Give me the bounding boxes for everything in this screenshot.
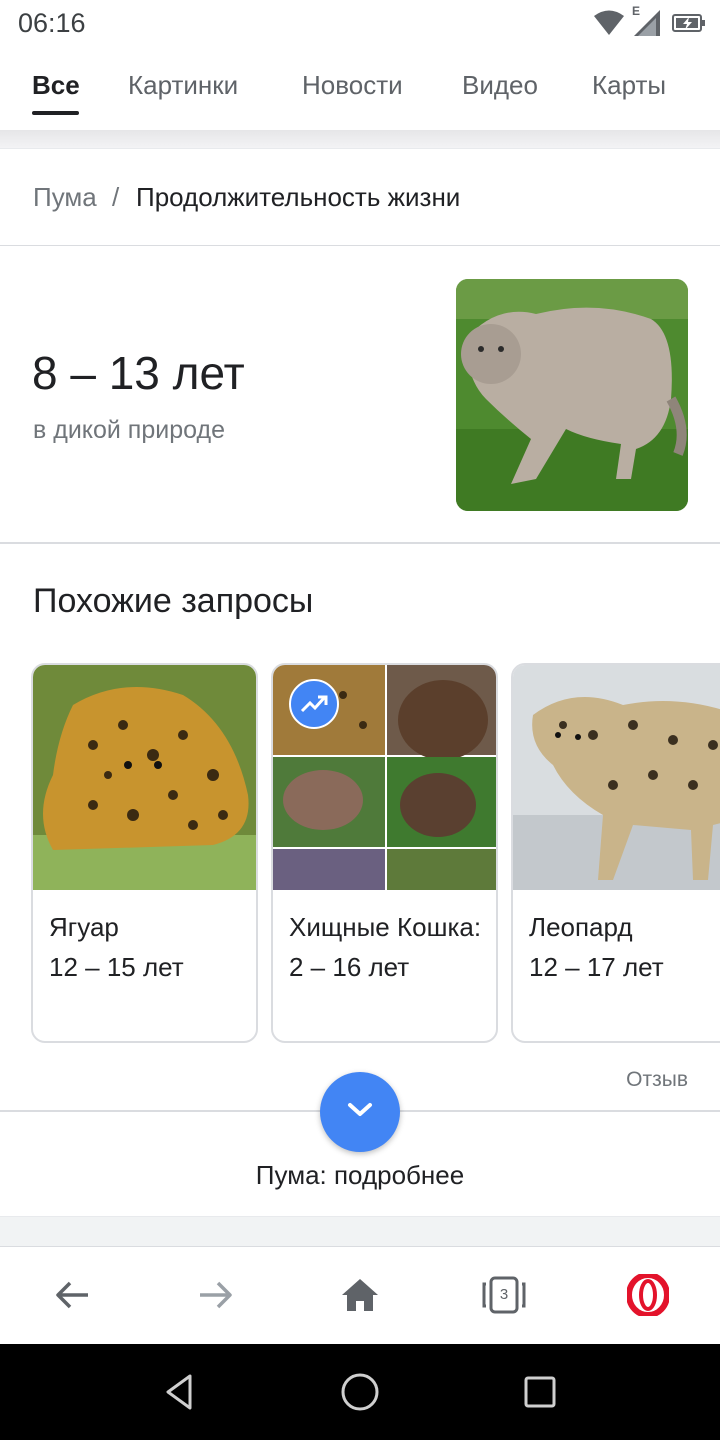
related-name: Хищные Кошка: 2 – 16 лет: [289, 912, 482, 982]
expand-more-button[interactable]: [320, 1072, 400, 1152]
battery-charging-icon: [672, 12, 706, 34]
related-card-jaguar[interactable]: Ягуар 12 – 15 лет: [31, 663, 258, 1043]
wifi-icon: [594, 10, 624, 36]
back-arrow-icon[interactable]: [46, 1269, 98, 1321]
related-searches-title: Похожие запросы: [33, 582, 314, 620]
answer-card: 8 – 13 лет в дикой природе: [0, 246, 720, 544]
opera-logo-icon[interactable]: [622, 1269, 674, 1321]
home-icon[interactable]: [334, 1269, 386, 1321]
breadcrumb-separator: /: [112, 182, 120, 212]
active-tab-indicator: [32, 111, 79, 115]
tabs-icon[interactable]: 3: [478, 1269, 530, 1321]
more-about-link[interactable]: Пума: подробнее: [0, 1160, 720, 1191]
breadcrumb: Пума / Продолжительность жизни: [0, 148, 720, 246]
nav-back-icon[interactable]: [158, 1370, 202, 1414]
related-name: Леопард: [529, 912, 633, 942]
tab-news[interactable]: Новости: [302, 70, 403, 101]
leopard-photo: [513, 665, 720, 890]
tab-all[interactable]: Все: [32, 70, 80, 101]
answer-value: 8 – 13 лет: [32, 347, 245, 399]
puma-photo[interactable]: [456, 279, 688, 511]
jaguar-photo: [33, 665, 256, 890]
browser-toolbar: 3: [0, 1246, 720, 1344]
nav-recents-icon[interactable]: [518, 1370, 562, 1414]
nav-home-icon[interactable]: [338, 1370, 382, 1414]
system-nav-bar: [0, 1344, 720, 1440]
trending-icon: [289, 679, 339, 729]
related-name: Ягуар: [49, 912, 119, 942]
tab-images[interactable]: Картинки: [128, 70, 238, 101]
tab-count: 3: [499, 1286, 509, 1303]
section-separator: [0, 1216, 720, 1246]
forward-arrow-icon[interactable]: [190, 1269, 242, 1321]
chevron-down-icon: [345, 1100, 375, 1125]
related-value: 12 – 15 лет: [49, 952, 184, 982]
feedback-link[interactable]: Отзыв: [626, 1068, 688, 1092]
related-card-predators[interactable]: Хищные Кошка: 2 – 16 лет: [271, 663, 498, 1043]
status-bar: 06:16 E: [0, 0, 720, 50]
answer-context: в дикой природе: [33, 416, 225, 444]
network-type-label: E: [632, 4, 641, 18]
related-card-leopard[interactable]: Леопард 12 – 17 лет: [511, 663, 720, 1043]
status-time: 06:16: [18, 8, 86, 38]
tab-video[interactable]: Видео: [462, 70, 538, 101]
breadcrumb-current: Продолжительность жизни: [136, 182, 461, 212]
tab-maps[interactable]: Карты: [592, 70, 666, 101]
search-tabs: Все Картинки Новости Видео Карты: [0, 50, 720, 130]
related-value: 12 – 17 лет: [529, 952, 664, 982]
breadcrumb-parent[interactable]: Пума: [33, 182, 97, 213]
cell-signal-icon: E: [632, 4, 662, 36]
tabs-divider: [0, 130, 720, 148]
